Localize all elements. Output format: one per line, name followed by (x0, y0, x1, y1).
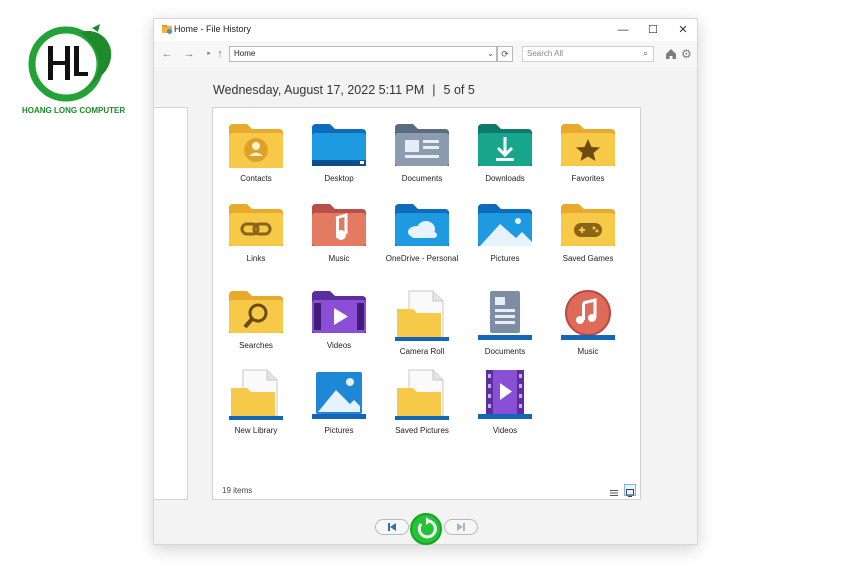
videos-library-icon (478, 370, 532, 419)
camera-roll-library-icon (395, 290, 449, 341)
up-arrow-icon[interactable]: ↑ (213, 47, 227, 61)
documents-folder-icon (395, 124, 449, 166)
navigation-bar: ← → ▸ ↑ Home ⌄ ⟳ Search All ⌕ ⚙ (154, 41, 697, 67)
music-library-icon (561, 290, 615, 340)
file-history-window: Home - File History — ☐ ✕ ← → ▸ ↑ Home ⌄… (153, 18, 698, 545)
home-icon[interactable] (664, 47, 678, 61)
folder-item[interactable]: OneDrive - Personal (382, 202, 462, 264)
folder-item[interactable]: Documents (382, 122, 462, 184)
skip-forward-icon (457, 523, 465, 531)
restore-button[interactable] (410, 513, 442, 545)
item-label: OneDrive - Personal (385, 254, 459, 263)
desktop-folder-icon (312, 124, 366, 166)
snapshot-date: Wednesday, August 17, 2022 5:11 PM (213, 83, 425, 97)
library-item[interactable]: Camera Roll (382, 289, 462, 357)
library-item[interactable]: Pictures (299, 368, 379, 436)
folder-item[interactable]: Downloads (465, 122, 545, 184)
library-item[interactable]: Videos (465, 368, 545, 436)
item-label: Desktop (324, 174, 354, 183)
pictures-library-icon (312, 372, 366, 419)
item-label: Pictures (490, 254, 520, 263)
library-item[interactable]: Saved Pictures (382, 368, 462, 436)
folder-item[interactable]: Links (216, 202, 296, 264)
contacts-folder-icon (229, 124, 283, 168)
item-label: Favorites (571, 174, 605, 183)
item-label: Music (577, 347, 599, 356)
folder-item[interactable]: Searches (216, 289, 296, 351)
chevron-down-icon[interactable]: ⌄ (487, 47, 494, 61)
restore-arrow-icon (417, 517, 437, 539)
snapshot-position: 5 of 5 (443, 83, 475, 97)
previous-version-button[interactable] (375, 519, 409, 535)
previous-snapshot-pane[interactable] (154, 107, 188, 500)
item-label: Pictures (324, 426, 354, 435)
library-item[interactable]: Documents (465, 289, 545, 357)
gear-icon[interactable]: ⚙ (681, 47, 695, 61)
saved-games-folder-icon (561, 204, 615, 246)
next-version-button[interactable] (444, 519, 478, 535)
downloads-folder-icon (478, 124, 532, 166)
search-icon: ⌕ (642, 48, 648, 58)
window-title: Home - File History (174, 24, 252, 34)
folder-item[interactable]: Favorites (548, 122, 628, 184)
onedrive-folder-icon (395, 204, 449, 246)
item-label: Videos (326, 341, 352, 350)
logo-text: HOANG LONG COMPUTER (22, 106, 126, 115)
folder-item[interactable]: Contacts (216, 122, 296, 184)
saved-pictures-library-icon (395, 369, 449, 420)
file-history-app-icon (162, 25, 172, 34)
searches-folder-icon (229, 291, 283, 333)
item-label: Videos (492, 426, 518, 435)
folder-item[interactable]: Music (299, 202, 379, 264)
new-library-icon (229, 369, 283, 420)
snapshot-content-pane: Contacts Desktop Documents Downloads Fav… (212, 107, 641, 500)
library-item[interactable]: New Library (216, 368, 296, 436)
item-label: Saved Games (562, 254, 614, 263)
minimize-button[interactable]: — (613, 21, 633, 39)
hoang-long-logo: HOANG LONG COMPUTER (22, 22, 126, 118)
skip-back-icon (388, 523, 396, 531)
address-bar[interactable]: Home ⌄ (229, 46, 497, 62)
folder-item[interactable]: Desktop (299, 122, 379, 184)
videos-folder-icon (312, 291, 366, 333)
item-label: Searches (239, 341, 273, 350)
address-text: Home (234, 49, 256, 58)
library-item[interactable]: Music (548, 289, 628, 357)
refresh-button[interactable]: ⟳ (497, 46, 513, 62)
dragon-logo-icon (28, 24, 112, 102)
links-folder-icon (229, 204, 283, 246)
item-label: Music (328, 254, 350, 263)
back-arrow-icon[interactable]: ← (160, 47, 174, 61)
item-label: Saved Pictures (395, 426, 449, 435)
music-folder-icon (312, 204, 366, 246)
forward-arrow-icon[interactable]: → (182, 47, 196, 61)
item-label: New Library (234, 426, 278, 435)
favorites-folder-icon (561, 124, 615, 166)
large-icons-view-icon[interactable] (624, 484, 636, 497)
item-label: Documents (484, 347, 526, 356)
item-label: Links (246, 254, 266, 263)
item-label: Camera Roll (399, 347, 445, 356)
search-placeholder: Search All (527, 49, 564, 58)
folder-item[interactable]: Videos (299, 289, 379, 351)
title-bar: Home - File History — ☐ ✕ (154, 19, 697, 41)
snapshot-date-line: Wednesday, August 17, 2022 5:11 PM | 5 of … (213, 83, 475, 97)
restore-controls (375, 513, 479, 545)
item-count: 19 items (222, 486, 253, 495)
details-view-icon[interactable] (608, 484, 620, 496)
separator: | (432, 83, 436, 97)
item-label: Downloads (485, 174, 525, 183)
item-label: Documents (401, 174, 443, 183)
maximize-button[interactable]: ☐ (643, 21, 663, 39)
folder-item[interactable]: Pictures (465, 202, 545, 264)
close-button[interactable]: ✕ (673, 21, 693, 39)
pictures-folder-icon (478, 204, 532, 246)
search-input[interactable]: Search All ⌕ (522, 46, 654, 62)
documents-library-icon (478, 291, 532, 340)
item-label: Contacts (240, 174, 272, 183)
folder-item[interactable]: Saved Games (548, 202, 628, 264)
